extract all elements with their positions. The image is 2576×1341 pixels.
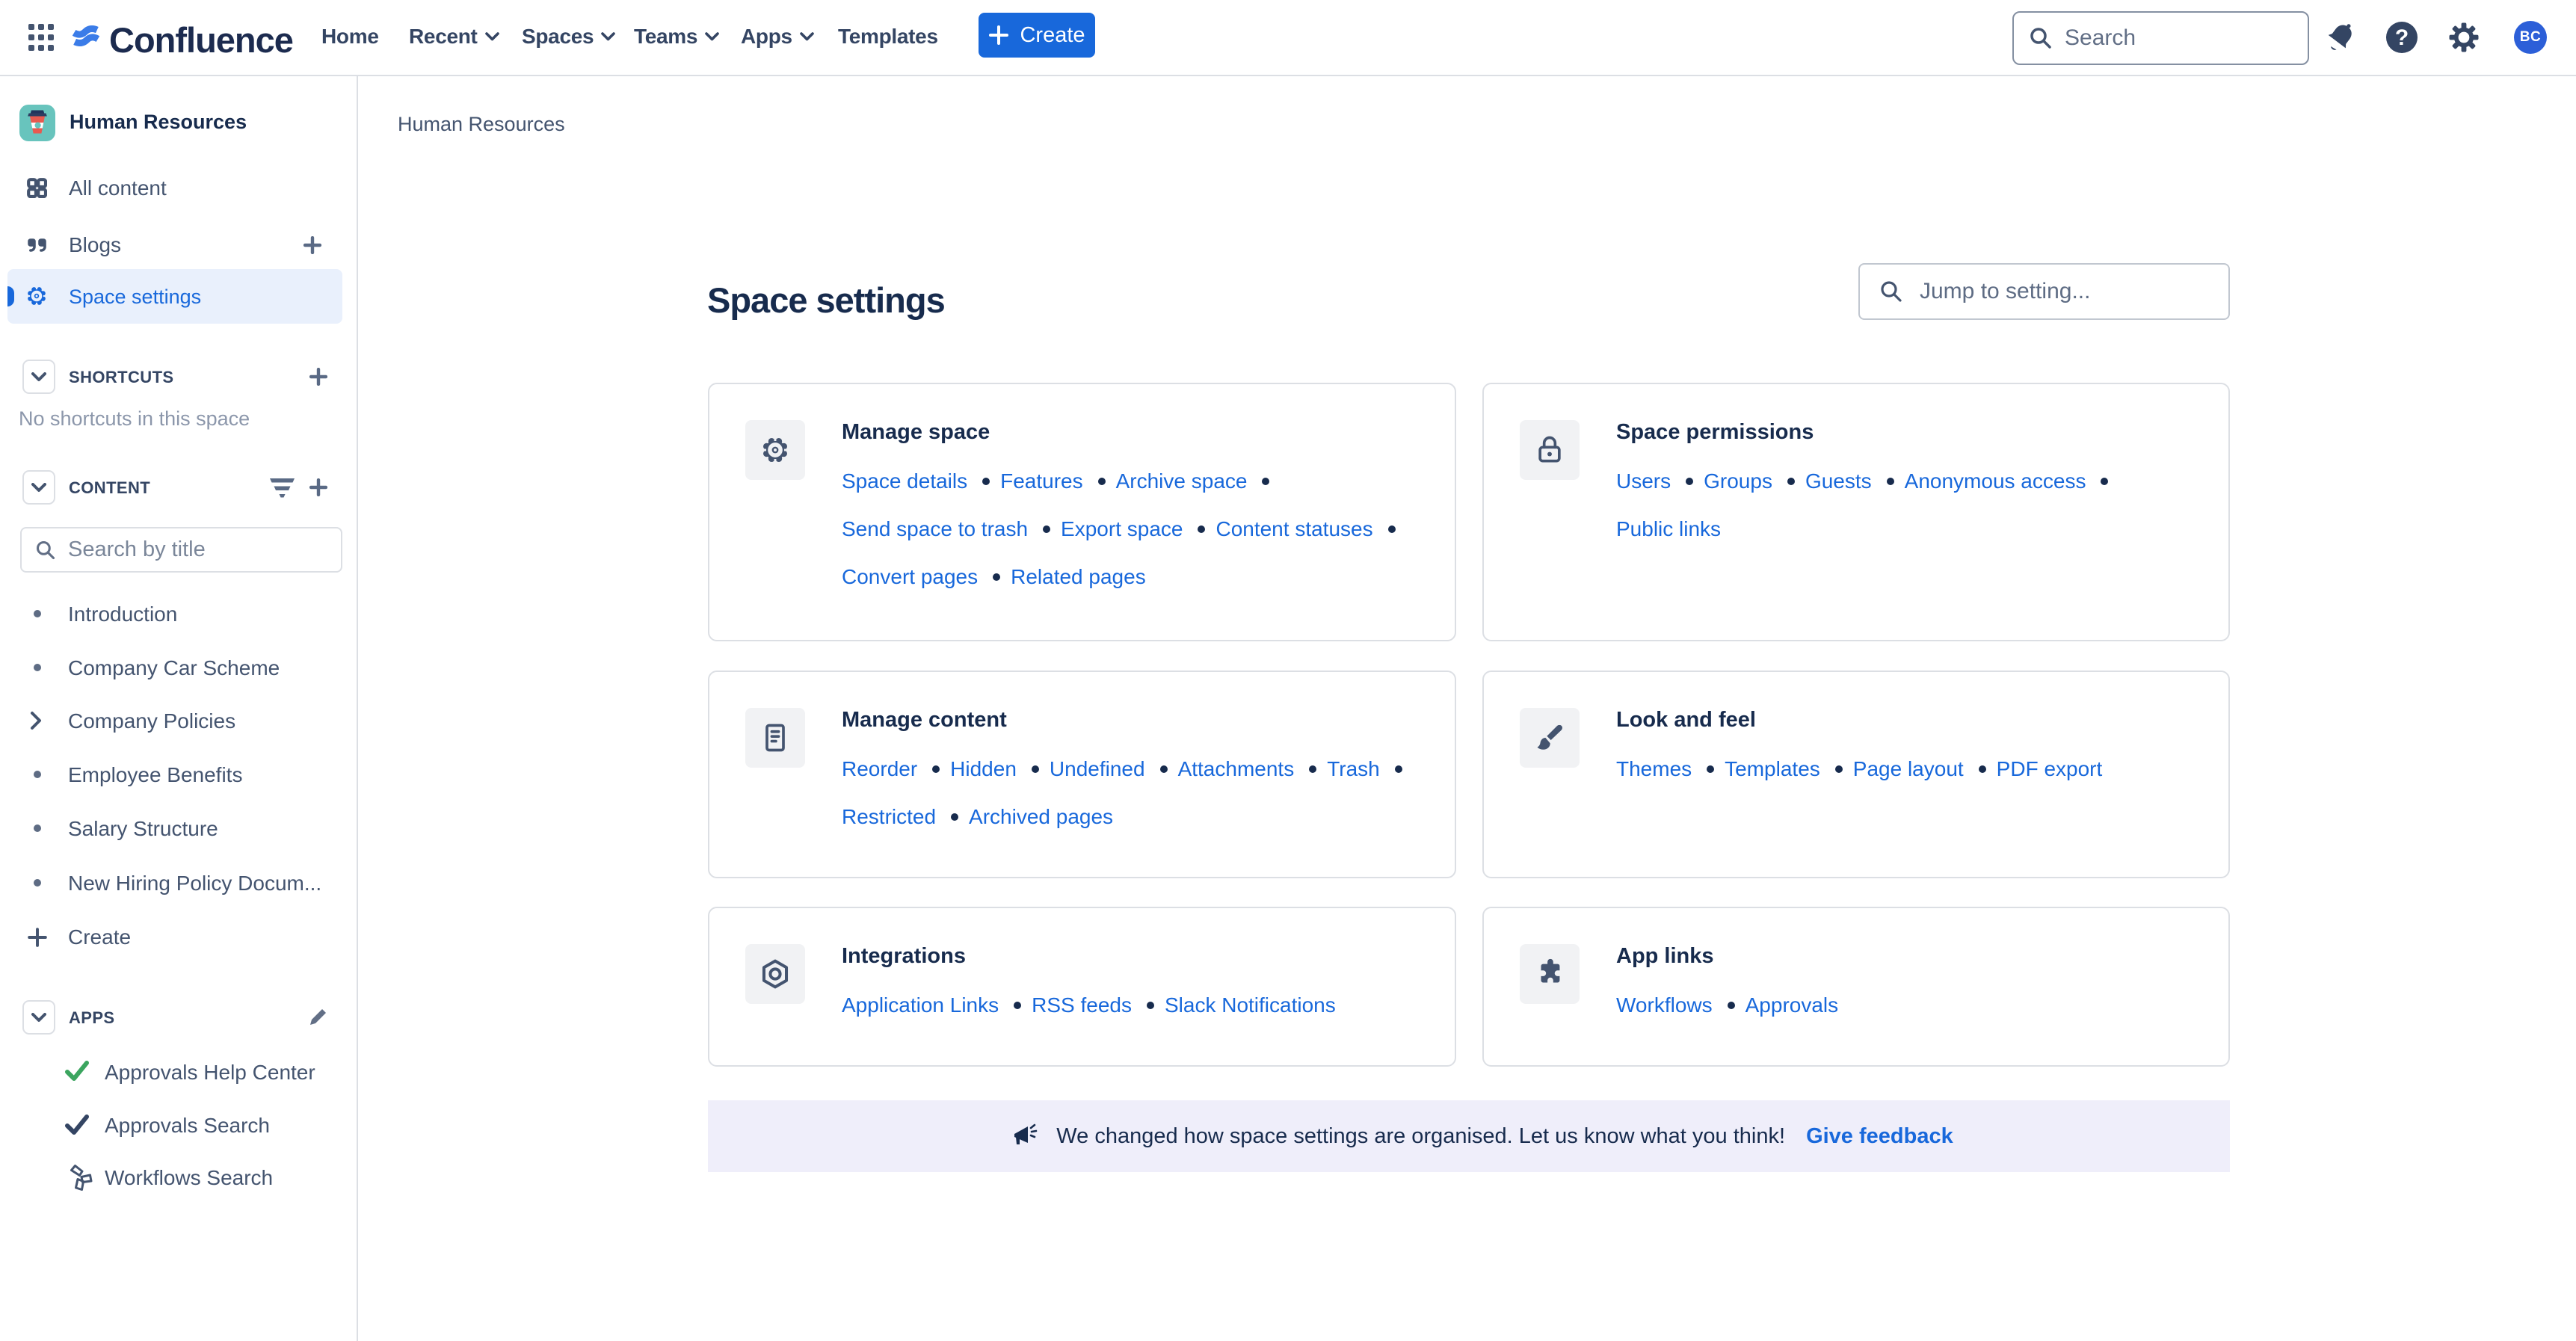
svg-text:?: ? (2395, 25, 2409, 50)
